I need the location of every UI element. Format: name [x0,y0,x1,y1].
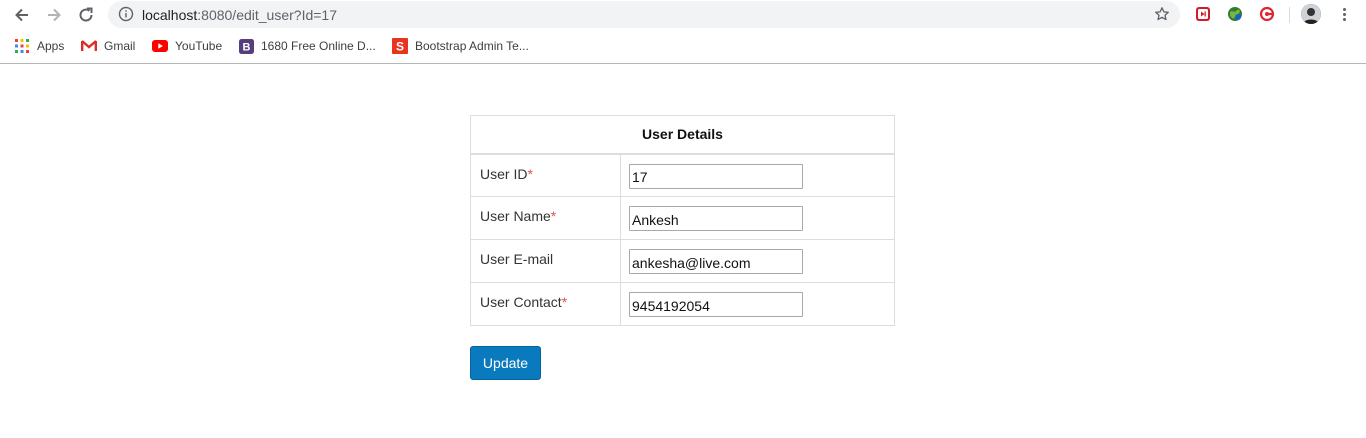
bookmark-free-online[interactable]: B 1680 Free Online D... [238,38,376,54]
arrow-left-icon [15,8,28,22]
bookmark-youtube[interactable]: YouTube [152,38,222,54]
dot-icon [1342,17,1346,21]
back-button[interactable] [11,4,33,26]
browser-toolbar: localhost:8080/edit_user?Id=17 [0,0,1366,30]
user-email-label: User E-mail [480,251,554,267]
dot-icon [1342,7,1346,11]
s-logo-icon: S [392,38,408,54]
field-label: User ID* [470,153,621,197]
reload-icon [79,7,93,22]
toolbar-separator [1289,7,1290,23]
user-contact-label: User Contact [480,294,562,310]
extension-red-player[interactable] [1195,6,1211,22]
dot-icon [1342,12,1346,16]
field-cell [620,153,895,197]
youtube-icon [152,38,168,54]
info-icon[interactable] [118,6,134,22]
field-label: User Name* [470,196,621,240]
table-row: User Contact* [470,282,895,326]
bootstrap-icon: B [238,38,254,54]
extension-globe[interactable] [1227,6,1243,22]
svg-text:S: S [396,40,404,54]
bookmark-bootstrap-admin[interactable]: S Bootstrap Admin Te... [392,38,529,54]
bookmark-gmail[interactable]: Gmail [81,38,135,54]
required-marker: * [561,294,568,310]
forward-button[interactable] [43,4,65,26]
apps-grid-icon [14,38,30,54]
user-contact-input[interactable] [629,292,803,317]
url-text[interactable]: localhost:8080/edit_user?Id=17 [142,7,337,23]
field-cell [620,282,895,326]
bookmark-label: 1680 Free Online D... [261,39,376,53]
svg-text:B: B [242,41,250,53]
profile-avatar[interactable] [1301,4,1321,24]
reload-button[interactable] [75,4,97,26]
required-marker: * [527,165,533,182]
url-path: :8080/edit_user?Id=17 [197,7,337,23]
table-title: User Details [470,115,895,155]
table-row: User E-mail [470,239,895,283]
field-cell [620,239,895,283]
bookmark-label: Bootstrap Admin Te... [415,39,529,53]
user-name-label: User Name [480,208,551,224]
url-host: localhost [142,7,198,23]
bookmarks-bar: Apps Gmail YouTube B 1680 Free Online D.… [0,30,1366,64]
chrome-menu-button[interactable] [1336,5,1352,23]
field-label: User Contact* [470,282,621,326]
address-bar[interactable]: localhost:8080/edit_user?Id=17 [108,1,1180,28]
table-row: User Name* [470,196,895,240]
user-details-table: User Details User ID* User Name* User E-… [470,115,895,326]
table-row: User ID* [470,153,895,197]
globe-extension-icon [1228,7,1242,21]
user-email-input[interactable] [629,249,803,274]
field-cell [620,196,895,240]
extension-grammarly[interactable] [1259,6,1275,22]
field-label: User E-mail [470,239,621,283]
user-id-input[interactable] [629,163,803,189]
bookmark-label: Gmail [104,39,136,53]
required-marker: * [550,208,557,224]
grammarly-icon [1259,6,1275,22]
gmail-icon [81,38,97,54]
user-name-input[interactable] [629,206,803,231]
update-button[interactable]: Update [470,346,541,380]
bookmark-apps[interactable]: Apps [14,38,64,54]
star-icon[interactable] [1154,6,1170,22]
bookmark-label: YouTube [175,39,223,53]
user-id-label: User ID [480,165,528,182]
user-avatar-icon [1301,4,1321,24]
bookmark-label: Apps [37,39,65,53]
player-extension-icon [1196,7,1210,21]
arrow-right-icon [48,8,61,22]
